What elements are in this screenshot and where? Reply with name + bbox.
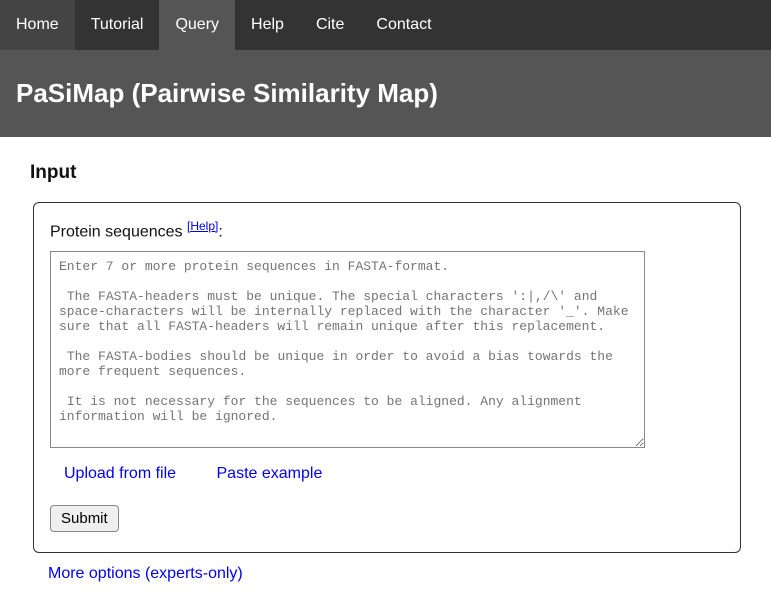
nav-item-query[interactable]: Query <box>159 0 235 50</box>
sequence-label-text: Protein sequences <box>50 223 187 240</box>
title-bar: PaSiMap (Pairwise Similarity Map) <box>0 50 771 137</box>
navbar: Home Tutorial Query Help Cite Contact <box>0 0 771 50</box>
input-box: Protein sequences [Help]: Upload from fi… <box>33 202 741 553</box>
submit-button[interactable]: Submit <box>50 505 119 532</box>
page-title: PaSiMap (Pairwise Similarity Map) <box>16 78 755 109</box>
more-options-link[interactable]: More options (experts-only) <box>48 565 243 583</box>
link-row: Upload from file Paste example <box>50 465 724 483</box>
sequence-textarea[interactable] <box>50 251 645 448</box>
help-link[interactable]: [Help] <box>187 219 218 233</box>
nav-item-cite[interactable]: Cite <box>300 0 360 50</box>
nav-item-help[interactable]: Help <box>235 0 300 50</box>
section-title-input: Input <box>30 162 741 184</box>
nav-item-contact[interactable]: Contact <box>360 0 447 50</box>
content: Input Protein sequences [Help]: Upload f… <box>0 137 771 603</box>
sequence-label-colon: : <box>218 223 222 240</box>
paste-example-link[interactable]: Paste example <box>217 465 323 482</box>
upload-from-file-link[interactable]: Upload from file <box>64 465 176 482</box>
nav-item-home[interactable]: Home <box>0 0 75 50</box>
nav-item-tutorial[interactable]: Tutorial <box>75 0 160 50</box>
sequence-label: Protein sequences [Help]: <box>50 219 724 241</box>
